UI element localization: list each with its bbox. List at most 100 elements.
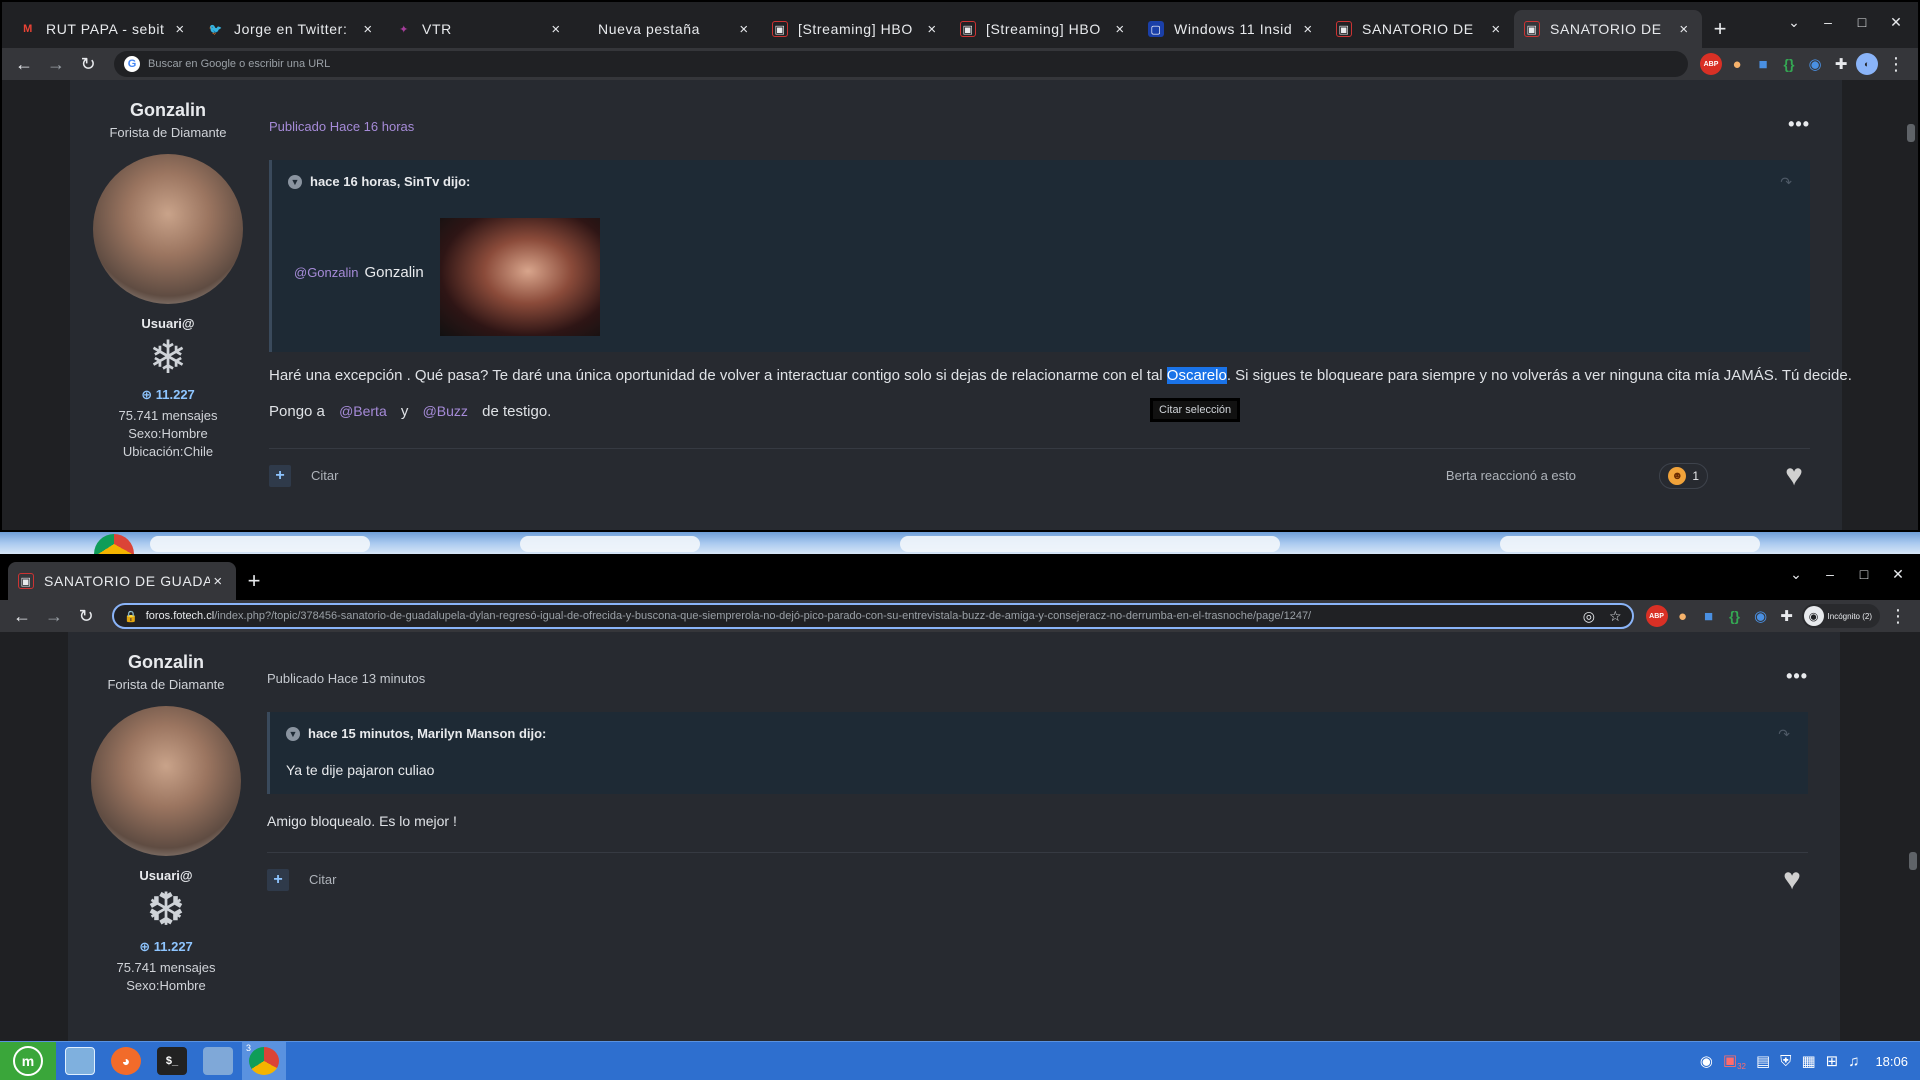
new-tab-button[interactable]: + — [236, 562, 272, 600]
reaction-summary[interactable]: Berta reaccionó a esto — [1446, 468, 1576, 483]
maximize-icon[interactable]: □ — [1850, 562, 1878, 586]
react-heart-icon[interactable]: ♥ — [1776, 865, 1808, 895]
start-menu-button[interactable]: m — [0, 1041, 56, 1080]
multiquote-button[interactable]: + — [267, 869, 289, 891]
post-date[interactable]: Publicado Hace 16 horas — [269, 119, 414, 134]
reload-icon[interactable]: ↻ — [72, 602, 100, 630]
multiquote-button[interactable]: + — [269, 465, 291, 487]
show-desktop-button[interactable] — [58, 1042, 102, 1080]
tracking-eye-icon[interactable]: ◎ — [1583, 608, 1595, 625]
profile-avatar-icon[interactable]: ◐ — [1856, 53, 1878, 75]
extension-blue-icon[interactable]: ■ — [1752, 53, 1774, 75]
collapse-icon[interactable]: ▼ — [288, 174, 302, 189]
network-icon[interactable]: ⊞ — [1826, 1052, 1839, 1070]
firefox-launcher[interactable]: ◕ — [104, 1042, 148, 1080]
avatar[interactable] — [93, 154, 243, 304]
chrome-taskbar-button[interactable]: 3 — [242, 1041, 286, 1080]
tab-search-icon[interactable]: ⌄ — [1782, 562, 1810, 586]
reaction-count: 1 — [1692, 469, 1699, 483]
author-name[interactable]: Gonzalin — [68, 652, 264, 673]
lock-icon[interactable]: 🔒 — [124, 610, 138, 623]
quote-selection-tooltip[interactable]: Citar selección — [1150, 398, 1241, 422]
reaction-pill[interactable]: ☻ 1 — [1659, 463, 1708, 489]
address-bar[interactable]: 🔒 foros.fotech.cl/index.php?/topic/37845… — [112, 603, 1634, 629]
bookmark-star-icon[interactable]: ☆ — [1609, 608, 1622, 625]
notifications-icon[interactable]: ▣32 — [1723, 1051, 1746, 1071]
react-heart-icon[interactable]: ♥ — [1778, 461, 1810, 491]
more-options-icon[interactable]: ••• — [1788, 114, 1810, 135]
incognito-indicator[interactable]: ◉ Incógnito (2) — [1801, 604, 1880, 628]
tab-gmail[interactable]: M RUT PAPA - sebit × — [10, 10, 198, 48]
extension-blue-icon[interactable]: ■ — [1698, 605, 1720, 627]
tab-sanatorio-active[interactable]: ▣ SANATORIO DE × — [1514, 10, 1702, 48]
chrome-menu-icon[interactable]: ⋮ — [1882, 50, 1910, 78]
close-icon[interactable]: × — [210, 573, 226, 590]
back-icon[interactable]: ← — [10, 50, 38, 78]
more-options-icon[interactable]: ••• — [1786, 666, 1808, 687]
adblock-icon[interactable]: ABP — [1645, 605, 1668, 627]
close-icon[interactable]: × — [1488, 21, 1504, 38]
volume-icon[interactable]: ♫ — [1848, 1053, 1859, 1070]
cite-button[interactable]: Citar — [311, 468, 338, 483]
close-icon[interactable]: × — [736, 21, 752, 38]
close-window-icon[interactable]: ✕ — [1882, 10, 1910, 34]
scrollbar-thumb[interactable] — [1909, 852, 1917, 870]
mention-link[interactable]: @Gonzalin — [294, 265, 359, 280]
search-extension-icon[interactable]: ◉ — [1750, 605, 1772, 627]
update-manager-icon[interactable]: ▦ — [1801, 1052, 1815, 1070]
mention-link[interactable]: @Buzz — [423, 403, 468, 419]
post-date[interactable]: Publicado Hace 13 minutos — [267, 671, 425, 686]
close-icon[interactable]: × — [1112, 21, 1128, 38]
close-icon[interactable]: × — [548, 21, 564, 38]
forward-icon[interactable]: → — [40, 602, 68, 630]
new-tab-button[interactable]: + — [1702, 10, 1738, 48]
files-launcher[interactable] — [196, 1042, 240, 1080]
avatar[interactable] — [91, 706, 241, 856]
cookie-icon[interactable]: ● — [1726, 53, 1748, 75]
clock[interactable]: 18:06 — [1875, 1054, 1908, 1069]
close-icon[interactable]: × — [924, 21, 940, 38]
forward-icon[interactable]: → — [42, 50, 70, 78]
close-window-icon[interactable]: ✕ — [1884, 562, 1912, 586]
tab-sanatorio-1[interactable]: ▣ SANATORIO DE × — [1326, 10, 1514, 48]
cookie-icon[interactable]: ● — [1672, 605, 1694, 627]
maximize-icon[interactable]: □ — [1848, 10, 1876, 34]
terminal-launcher[interactable]: $_ — [150, 1042, 194, 1080]
scrollbar[interactable] — [1906, 632, 1920, 1041]
extensions-puzzle-icon[interactable]: ✚ — [1830, 53, 1852, 75]
tab-search-icon[interactable]: ⌄ — [1780, 10, 1808, 34]
clipboard-icon[interactable]: ▤ — [1756, 1052, 1770, 1070]
tab-new[interactable]: Nueva pestaña × — [574, 10, 762, 48]
author-name[interactable]: Gonzalin — [70, 100, 266, 121]
json-extension-icon[interactable]: {} — [1724, 605, 1746, 627]
minimize-icon[interactable]: – — [1816, 562, 1844, 586]
reload-icon[interactable]: ↻ — [74, 50, 102, 78]
tab-streaming-2[interactable]: ▣ [Streaming] HBO × — [950, 10, 1138, 48]
close-icon[interactable]: × — [1300, 21, 1316, 38]
chrome-tray-icon[interactable]: ◉ — [1700, 1052, 1713, 1070]
shield-icon[interactable]: ⛨ — [1780, 1053, 1791, 1070]
tab-sanatorio-incognito[interactable]: ▣ SANATORIO DE GUADAL × — [8, 562, 236, 600]
tab-windows-insider[interactable]: ▢ Windows 11 Insid × — [1138, 10, 1326, 48]
back-icon[interactable]: ← — [8, 602, 36, 630]
scrollbar-thumb[interactable] — [1907, 124, 1915, 142]
search-extension-icon[interactable]: ◉ — [1804, 53, 1826, 75]
minimize-icon[interactable]: – — [1814, 10, 1842, 34]
share-icon[interactable]: ↷ — [1780, 174, 1792, 191]
collapse-icon[interactable]: ▼ — [286, 726, 300, 741]
chrome-menu-icon[interactable]: ⋮ — [1884, 602, 1912, 630]
close-icon[interactable]: × — [1676, 21, 1692, 38]
tab-twitter[interactable]: 🐦 Jorge en Twitter: × — [198, 10, 386, 48]
scrollbar[interactable] — [1904, 80, 1918, 530]
tab-streaming-1[interactable]: ▣ [Streaming] HBO × — [762, 10, 950, 48]
adblock-icon[interactable]: ABP — [1700, 53, 1722, 75]
extensions-puzzle-icon[interactable]: ✚ — [1776, 605, 1798, 627]
json-extension-icon[interactable]: {} — [1778, 53, 1800, 75]
cite-button[interactable]: Citar — [309, 872, 336, 887]
close-icon[interactable]: × — [360, 21, 376, 38]
address-bar[interactable]: G Buscar en Google o escribir una URL — [114, 51, 1688, 77]
share-icon[interactable]: ↷ — [1778, 726, 1790, 743]
tab-vtr[interactable]: ✦ VTR × — [386, 10, 574, 48]
close-icon[interactable]: × — [172, 21, 188, 38]
mention-link[interactable]: @Berta — [339, 403, 387, 419]
